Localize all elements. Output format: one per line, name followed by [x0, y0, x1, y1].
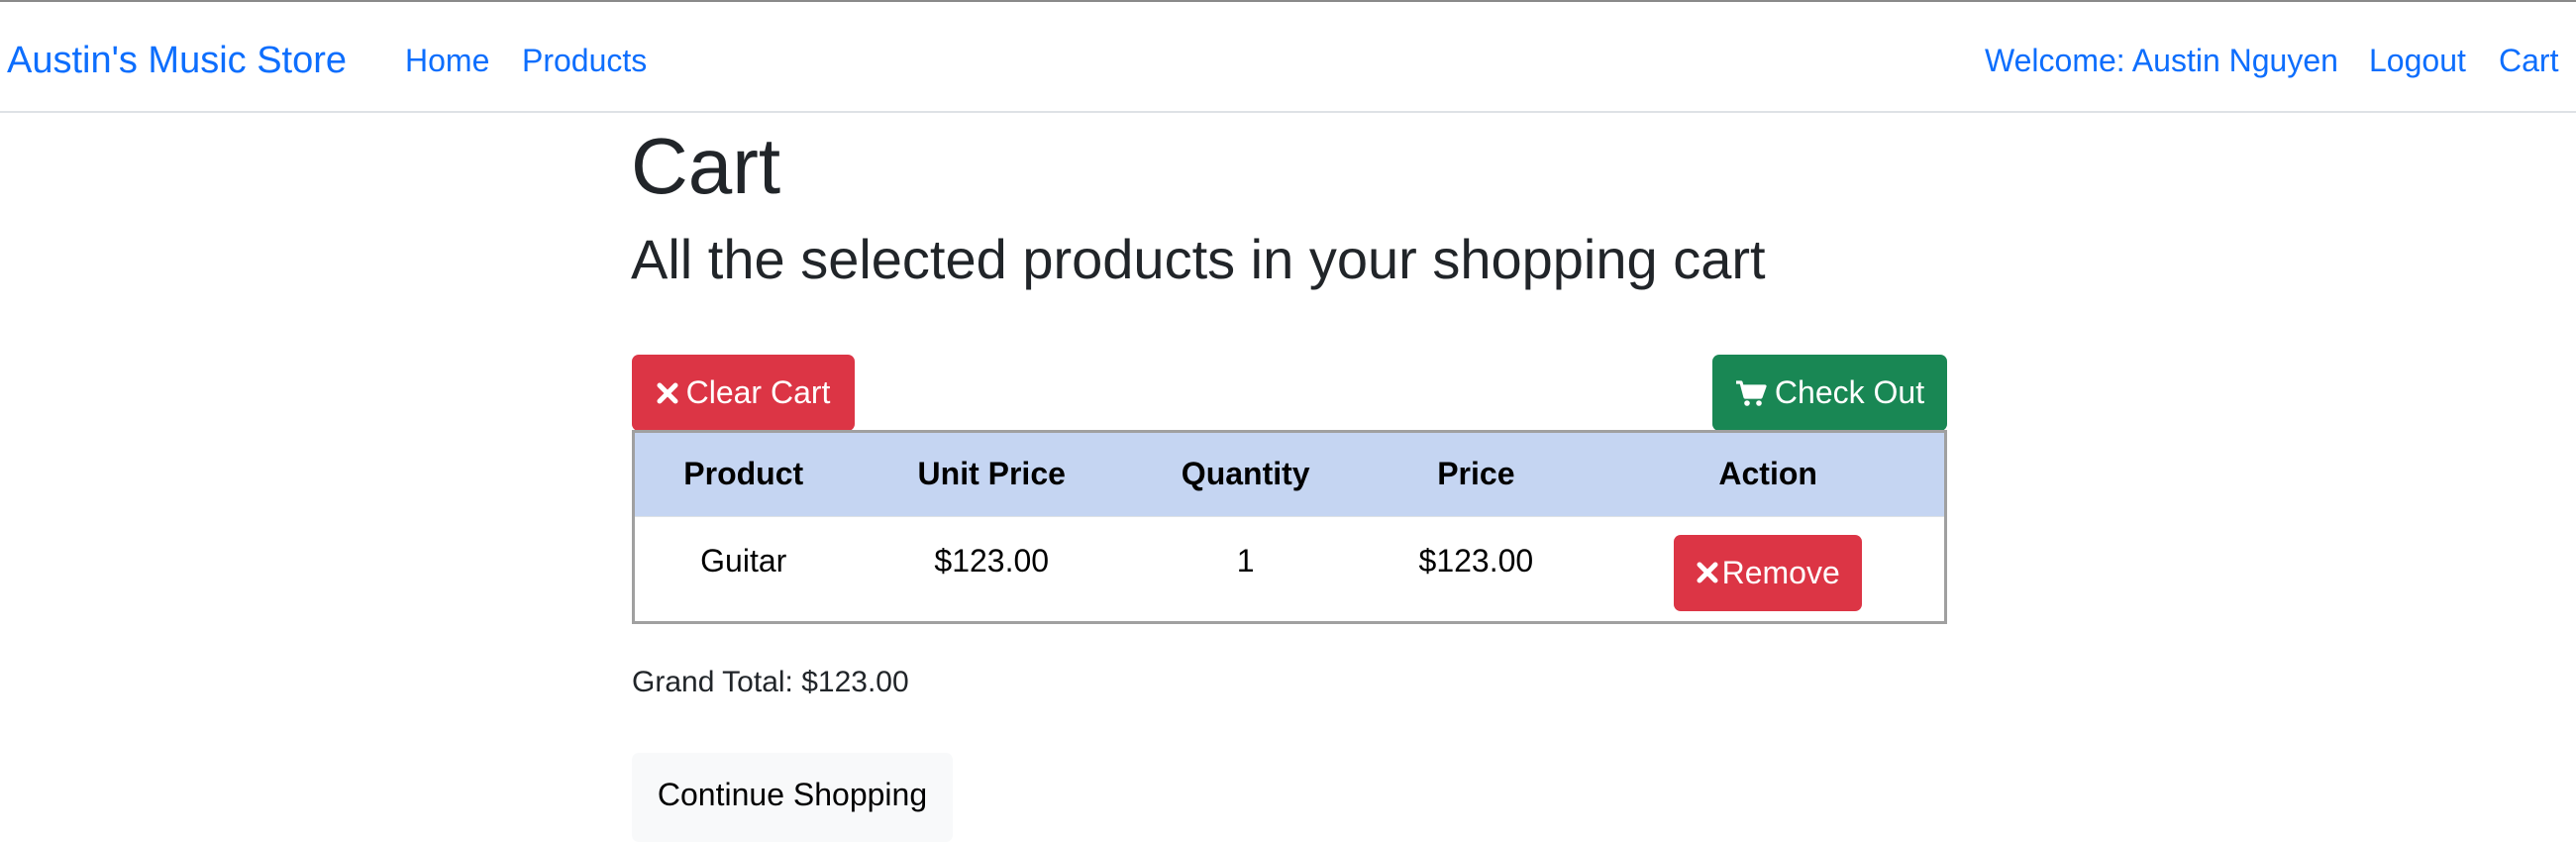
- column-header-product: Product: [683, 456, 804, 492]
- remove-item-button[interactable]: Remove: [1674, 534, 1863, 611]
- check-out-label: Check Out: [1774, 374, 1925, 410]
- column-header-unit-price: Unit Price: [917, 456, 1066, 492]
- nav-cart-link[interactable]: Cart: [2499, 45, 2558, 76]
- column-header-price: Price: [1437, 456, 1515, 492]
- grand-total: Grand Total: $123.00: [632, 666, 909, 698]
- check-out-button[interactable]: Check Out: [1712, 355, 1947, 431]
- column-header-quantity: Quantity: [1181, 456, 1310, 492]
- column-header-action: Action: [1718, 456, 1817, 492]
- brand-link[interactable]: Austin's Music Store: [7, 42, 347, 79]
- cart-table: Product Unit Price Quantity Price Action…: [635, 433, 1944, 621]
- cell-product: Guitar: [635, 515, 853, 621]
- nav-home-link[interactable]: Home: [405, 45, 489, 76]
- nav-products-link[interactable]: Products: [522, 45, 647, 76]
- page-title: Cart: [631, 122, 781, 210]
- continue-shopping-label: Continue Shopping: [657, 777, 928, 812]
- shopping-cart-icon: [1735, 379, 1767, 407]
- times-icon: [1697, 562, 1718, 583]
- table-header-row: Product Unit Price Quantity Price Action: [635, 433, 1944, 516]
- cell-unit-price: $123.00: [852, 515, 1132, 621]
- cell-action: Remove: [1592, 515, 1944, 621]
- times-icon: [657, 382, 678, 404]
- page-subtitle: All the selected products in your shoppi…: [631, 228, 1766, 290]
- cart-table-container: Product Unit Price Quantity Price Action…: [632, 430, 1947, 624]
- clear-cart-button[interactable]: Clear Cart: [632, 355, 855, 431]
- cell-quantity: 1: [1131, 515, 1361, 621]
- table-row: Guitar $123.00 1 $123.00 Remove: [635, 515, 1944, 621]
- nav-logout-link[interactable]: Logout: [2369, 45, 2466, 76]
- continue-shopping-button[interactable]: Continue Shopping: [632, 753, 953, 842]
- nav-welcome-user-link[interactable]: Welcome: Austin Nguyen: [1985, 45, 2338, 76]
- remove-label: Remove: [1721, 554, 1840, 590]
- navbar: Austin's Music Store Home Products Welco…: [0, 2, 2576, 113]
- cell-price: $123.00: [1360, 515, 1593, 621]
- clear-cart-label: Clear Cart: [685, 374, 831, 410]
